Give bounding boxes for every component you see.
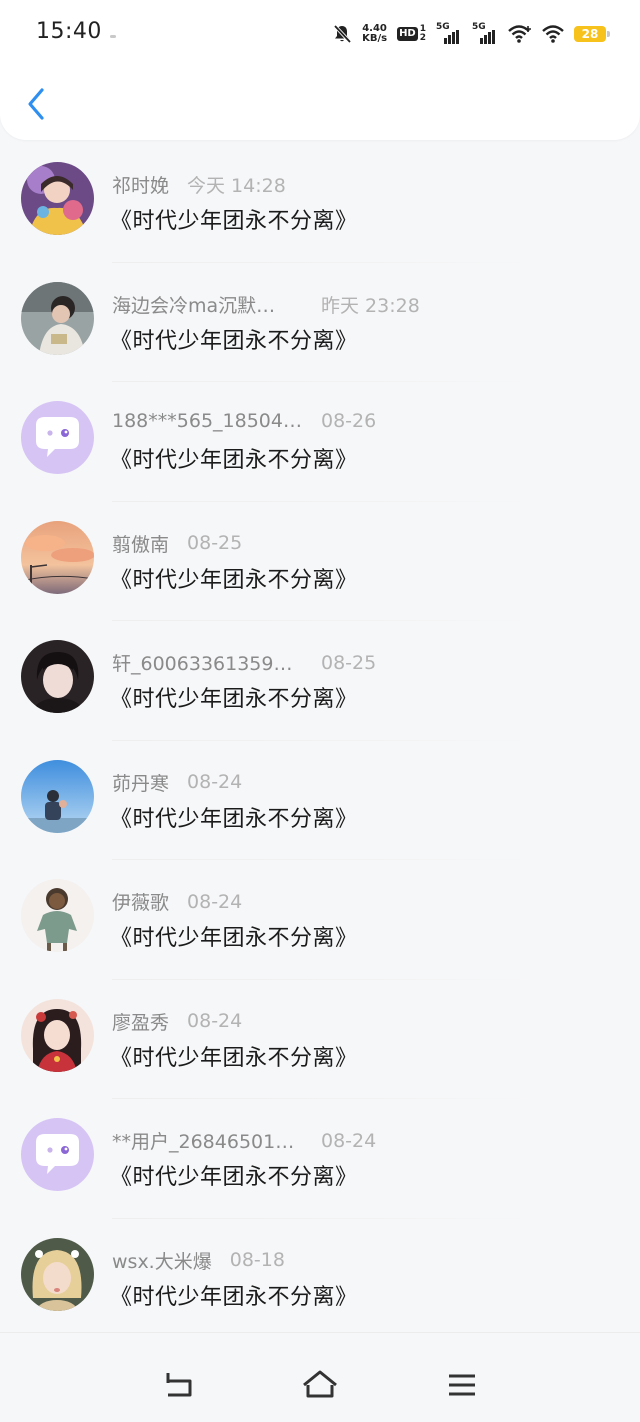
avatar xyxy=(21,879,94,952)
list-item[interactable]: 茆丹寒 08-24 《时代少年团永不分离》 xyxy=(0,741,640,860)
message-text: 《时代少年团永不分离》 xyxy=(110,567,358,593)
message-time: 08-25 xyxy=(187,532,243,554)
item-meta: 海边会冷ma沉默… 昨天 23:28 xyxy=(112,291,420,318)
nav-menu-button[interactable] xyxy=(442,1367,482,1403)
avatar xyxy=(21,162,94,235)
nav-back-button[interactable] xyxy=(160,1367,200,1403)
message-text: 《时代少年团永不分离》 xyxy=(110,209,358,234)
battery-level: 28 xyxy=(581,27,599,41)
message-time: 昨天 23:28 xyxy=(321,294,420,317)
chevron-left-icon xyxy=(28,88,44,120)
header-card: 15:40 4.40 KB/s HD 12 5G 5G 28 xyxy=(0,0,640,140)
message-text: 《时代少年团永不分离》 xyxy=(110,1165,358,1190)
avatar xyxy=(21,759,94,833)
item-meta: 188***565_18504… 08-26 xyxy=(112,410,376,432)
sender-name: 轩_60063361359… xyxy=(112,653,293,675)
message-time: 08-26 xyxy=(321,410,377,432)
message-list: 祁时娩 今天 14:28 《时代少年团永不分离》 海边会冷ma沉默… 昨天 23… xyxy=(0,143,640,1338)
avatar xyxy=(21,520,94,594)
message-text: 《时代少年团永不分离》 xyxy=(110,687,358,712)
battery-icon: 28 xyxy=(574,26,610,42)
avatar xyxy=(21,998,94,1072)
message-text: 《时代少年团永不分离》 xyxy=(110,1045,358,1071)
status-icons: 4.40 KB/s HD 12 5G 5G 28 xyxy=(332,20,610,48)
sender-name: 海边会冷ma沉默… xyxy=(112,294,276,317)
message-time: 08-18 xyxy=(229,1249,285,1271)
list-item[interactable]: wsx.大米爆 08-18 《时代少年团永不分离》 xyxy=(0,1219,640,1339)
default-chat-avatar-icon xyxy=(21,401,94,474)
message-text: 《时代少年团永不分离》 xyxy=(110,806,358,832)
mute-bell-icon xyxy=(333,24,352,44)
avatar xyxy=(21,401,94,474)
message-text: 《时代少年团永不分离》 xyxy=(110,926,358,951)
item-meta: 茆丹寒 08-24 xyxy=(112,769,242,796)
list-item[interactable]: 伊薇歌 08-24 《时代少年团永不分离》 xyxy=(0,860,640,980)
avatar xyxy=(21,640,94,713)
sender-name: 祁时娩 xyxy=(112,175,170,197)
avatar xyxy=(21,1237,94,1311)
home-icon xyxy=(303,1370,337,1398)
signal-1-label: 5G xyxy=(436,22,450,32)
message-text: 《时代少年团永不分离》 xyxy=(110,1284,358,1310)
list-item[interactable]: **用户_26846501… 08-24 《时代少年团永不分离》 xyxy=(0,1099,640,1219)
item-meta: 伊薇歌 08-24 xyxy=(112,888,242,915)
list-item[interactable]: 海边会冷ma沉默… 昨天 23:28 《时代少年团永不分离》 xyxy=(0,263,640,382)
wifi-plus-icon xyxy=(508,25,531,43)
sender-name: **用户_26846501… xyxy=(112,1131,295,1153)
message-time: 今天 14:28 xyxy=(187,175,286,197)
status-bar: 15:40 4.40 KB/s HD 12 5G 5G 28 xyxy=(0,0,640,66)
sender-name: 廖盈秀 xyxy=(112,1011,170,1034)
status-time: 15:40 xyxy=(36,19,102,44)
system-nav-bar xyxy=(0,1332,640,1422)
default-chat-avatar-icon xyxy=(21,1118,94,1191)
hd-badge: HD xyxy=(397,27,418,41)
list-item[interactable]: 轩_60063361359… 08-25 《时代少年团永不分离》 xyxy=(0,621,640,741)
signal-1-icon: 5G xyxy=(436,22,462,44)
sender-name: 茆丹寒 xyxy=(112,772,170,795)
sender-name: 翦傲南 xyxy=(112,533,170,556)
message-time: 08-24 xyxy=(187,771,243,793)
net-speed: 4.40 KB/s xyxy=(362,24,387,44)
status-dot xyxy=(110,35,116,38)
wifi-icon xyxy=(542,25,564,43)
avatar xyxy=(21,281,94,355)
item-meta: **用户_26846501… 08-24 xyxy=(112,1127,376,1154)
menu-icon xyxy=(449,1374,475,1396)
avatar xyxy=(21,1118,94,1191)
list-item[interactable]: 廖盈秀 08-24 《时代少年团永不分离》 xyxy=(0,980,640,1099)
sender-name: wsx.大米爆 xyxy=(112,1250,212,1273)
list-item[interactable]: 翦傲南 08-25 《时代少年团永不分离》 xyxy=(0,502,640,621)
net-speed-unit: KB/s xyxy=(362,33,388,44)
list-item[interactable]: 祁时娩 今天 14:28 《时代少年团永不分离》 xyxy=(0,143,640,263)
message-time: 08-25 xyxy=(321,651,377,674)
item-meta: 轩_60063361359… 08-25 xyxy=(112,649,376,676)
message-text: 《时代少年团永不分离》 xyxy=(110,448,358,473)
sender-name: 188***565_18504… xyxy=(112,410,302,432)
message-text: 《时代少年团永不分离》 xyxy=(110,328,358,354)
item-meta: 祁时娩 今天 14:28 xyxy=(112,171,286,198)
back-button[interactable] xyxy=(18,84,54,124)
list-item[interactable]: 188***565_18504… 08-26 《时代少年团永不分离》 xyxy=(0,382,640,502)
sender-name: 伊薇歌 xyxy=(112,892,170,914)
sim-index: 12 xyxy=(419,24,426,43)
message-time: 08-24 xyxy=(321,1129,377,1152)
message-time: 08-24 xyxy=(187,1010,243,1032)
item-meta: 廖盈秀 08-24 xyxy=(112,1008,242,1035)
item-meta: wsx.大米爆 08-18 xyxy=(112,1247,285,1274)
nav-home-button[interactable] xyxy=(300,1367,340,1403)
back-icon xyxy=(166,1373,192,1397)
signal-2-label: 5G xyxy=(472,22,486,32)
item-meta: 翦傲南 08-25 xyxy=(112,530,242,557)
message-time: 08-24 xyxy=(187,890,243,913)
signal-2-icon: 5G xyxy=(472,22,498,44)
